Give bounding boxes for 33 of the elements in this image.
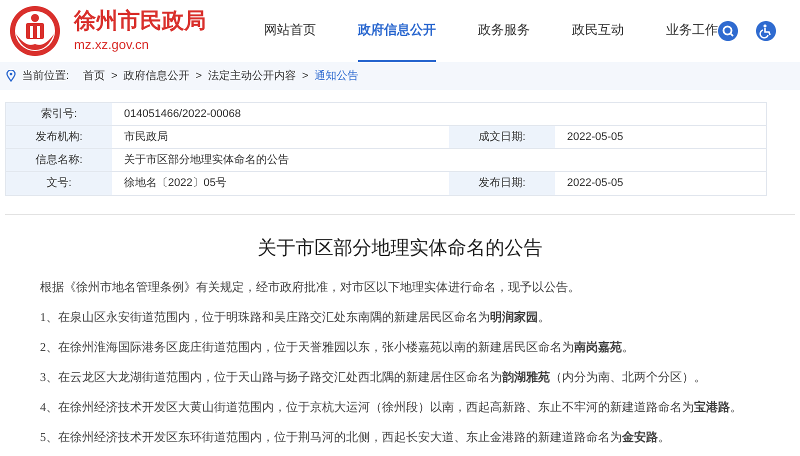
table-cell-text: 2022-05-05 bbox=[566, 130, 624, 145]
table-label: 发布日期: bbox=[449, 172, 555, 195]
breadcrumb-separator: > bbox=[196, 68, 202, 84]
nav-tab[interactable]: 政务服务 bbox=[478, 0, 530, 62]
table-label: 索引号: bbox=[6, 103, 112, 125]
breadcrumb-link[interactable]: 法定主动公开内容 bbox=[208, 68, 296, 84]
table-label: 文号: bbox=[6, 172, 112, 195]
article-paragraph: 根据《徐州市地名管理条例》有关规定，经市政府批准，对市区以下地理实体进行命名，现予以公告。 bbox=[40, 278, 581, 296]
table-label: 信息名称: bbox=[6, 149, 112, 171]
article-paragraph: 3、在云龙区大龙湖街道范围内，位于天山路与扬子路交汇处西北隅的新建居住区命名为韵湖雅苑（内分为南、北两个分区）。 bbox=[40, 368, 707, 386]
breadcrumb-link[interactable]: 通知公告 bbox=[314, 68, 358, 84]
article-paragraph: 4、在徐州经济技术开发区大黄山街道范围内，位于京杭大运河（徐州段）以南，西起高新路、东止不牢河的新建道路命名为宝港路。 bbox=[40, 398, 743, 416]
table-label: 发布机构: bbox=[6, 126, 112, 148]
article-paragraph: 1、在泉山区永安街道范围内，位于明珠路和吴庄路交汇处东南隅的新建居民区命名为明润家园。 bbox=[40, 308, 551, 326]
article-title: 关于市区部分地理实体命名的公告 bbox=[256, 237, 544, 261]
table-cell-text: 关于市区部分地理实体命名的公告 bbox=[123, 152, 290, 168]
breadcrumb-link[interactable]: 首页 bbox=[83, 68, 106, 84]
breadcrumb-separator: > bbox=[302, 68, 308, 84]
site-domain: mz.xz.gov.cn bbox=[74, 36, 150, 54]
breadcrumb-link[interactable]: 政府信息公开 bbox=[124, 68, 190, 84]
table-cell-text: 2022-05-05 bbox=[566, 176, 624, 192]
article-paragraph: 2、在徐州淮海国际港务区庞庄街道范围内，位于天誉雅园以东，张小楼嘉苑以南的新建居民区命名为南岗嘉苑。 bbox=[40, 338, 635, 356]
breadcrumb-label: 当前位置: bbox=[22, 68, 70, 84]
nav-tab[interactable]: 业务工作 bbox=[666, 0, 718, 62]
article-paragraph: 5、在徐州经济技术开发区东环街道范围内，位于荆马河的北侧，西起长安大道、东止金港路的新建道路命名为金安路。 bbox=[40, 428, 671, 446]
nav-tab[interactable]: 政民互动 bbox=[572, 0, 624, 62]
breadcrumb-separator: > bbox=[111, 68, 118, 84]
table-cell-text: 徐地名〔2022〕05号 bbox=[123, 176, 228, 192]
nav-tab[interactable]: 网站首页 bbox=[264, 0, 316, 62]
table-label: 成文日期: bbox=[449, 126, 555, 148]
table-cell-text: 014051466/2022-00068 bbox=[123, 106, 242, 122]
table-cell-text: 市民政局 bbox=[123, 130, 169, 145]
site-name: 徐州市民政局 bbox=[74, 7, 207, 36]
